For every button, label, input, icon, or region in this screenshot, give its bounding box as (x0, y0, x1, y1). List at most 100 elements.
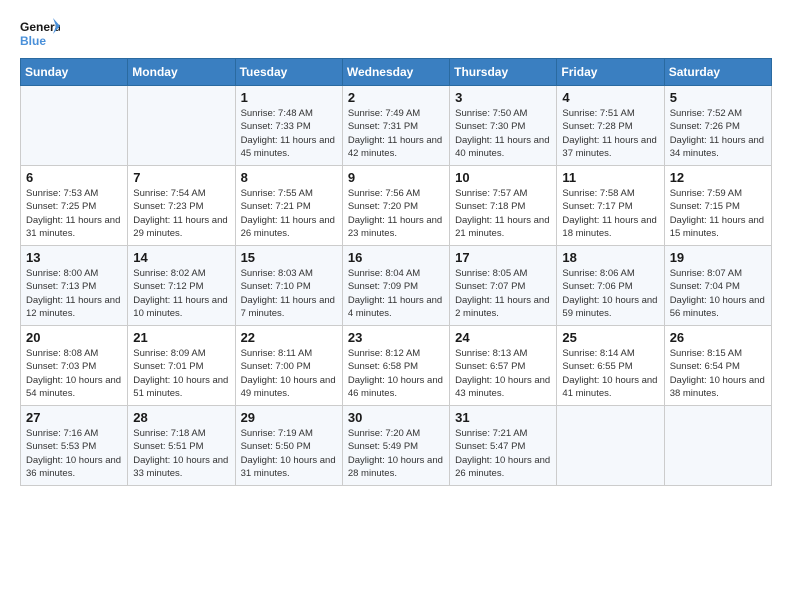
sunset-text: Sunset: 5:51 PM (133, 440, 229, 453)
sunset-text: Sunset: 7:12 PM (133, 280, 229, 293)
day-number: 20 (26, 330, 122, 345)
sunrise-text: Sunrise: 8:02 AM (133, 267, 229, 280)
logo-svg: General Blue (20, 16, 60, 52)
day-number: 13 (26, 250, 122, 265)
sunset-text: Sunset: 7:01 PM (133, 360, 229, 373)
sunset-text: Sunset: 7:31 PM (348, 120, 444, 133)
day-info: Sunrise: 7:57 AM Sunset: 7:18 PM Dayligh… (455, 187, 551, 240)
daylight-text: Daylight: 11 hours and 37 minutes. (562, 134, 658, 161)
day-info: Sunrise: 7:48 AM Sunset: 7:33 PM Dayligh… (241, 107, 337, 160)
daylight-text: Daylight: 11 hours and 23 minutes. (348, 214, 444, 241)
day-number: 21 (133, 330, 229, 345)
sunrise-text: Sunrise: 8:07 AM (670, 267, 766, 280)
sunset-text: Sunset: 7:03 PM (26, 360, 122, 373)
sunrise-text: Sunrise: 7:21 AM (455, 427, 551, 440)
calendar-day: 27 Sunrise: 7:16 AM Sunset: 5:53 PM Dayl… (21, 406, 128, 486)
weekday-header-monday: Monday (128, 59, 235, 86)
sunrise-text: Sunrise: 7:56 AM (348, 187, 444, 200)
sunrise-text: Sunrise: 8:05 AM (455, 267, 551, 280)
sunset-text: Sunset: 7:33 PM (241, 120, 337, 133)
weekday-header-row: SundayMondayTuesdayWednesdayThursdayFrid… (21, 59, 772, 86)
calendar-day: 20 Sunrise: 8:08 AM Sunset: 7:03 PM Dayl… (21, 326, 128, 406)
day-number: 9 (348, 170, 444, 185)
calendar-day (664, 406, 771, 486)
day-number: 24 (455, 330, 551, 345)
day-info: Sunrise: 8:13 AM Sunset: 6:57 PM Dayligh… (455, 347, 551, 400)
calendar-day: 21 Sunrise: 8:09 AM Sunset: 7:01 PM Dayl… (128, 326, 235, 406)
calendar-day: 24 Sunrise: 8:13 AM Sunset: 6:57 PM Dayl… (450, 326, 557, 406)
sunset-text: Sunset: 7:20 PM (348, 200, 444, 213)
day-info: Sunrise: 7:51 AM Sunset: 7:28 PM Dayligh… (562, 107, 658, 160)
day-info: Sunrise: 7:59 AM Sunset: 7:15 PM Dayligh… (670, 187, 766, 240)
calendar-week-5: 27 Sunrise: 7:16 AM Sunset: 5:53 PM Dayl… (21, 406, 772, 486)
calendar-day: 12 Sunrise: 7:59 AM Sunset: 7:15 PM Dayl… (664, 166, 771, 246)
calendar-day (128, 86, 235, 166)
sunrise-text: Sunrise: 8:15 AM (670, 347, 766, 360)
day-info: Sunrise: 8:09 AM Sunset: 7:01 PM Dayligh… (133, 347, 229, 400)
sunset-text: Sunset: 5:50 PM (241, 440, 337, 453)
daylight-text: Daylight: 11 hours and 2 minutes. (455, 294, 551, 321)
daylight-text: Daylight: 11 hours and 31 minutes. (26, 214, 122, 241)
sunset-text: Sunset: 7:13 PM (26, 280, 122, 293)
daylight-text: Daylight: 10 hours and 36 minutes. (26, 454, 122, 481)
sunrise-text: Sunrise: 8:12 AM (348, 347, 444, 360)
day-info: Sunrise: 8:06 AM Sunset: 7:06 PM Dayligh… (562, 267, 658, 320)
day-info: Sunrise: 7:54 AM Sunset: 7:23 PM Dayligh… (133, 187, 229, 240)
day-number: 30 (348, 410, 444, 425)
sunset-text: Sunset: 7:04 PM (670, 280, 766, 293)
sunrise-text: Sunrise: 8:06 AM (562, 267, 658, 280)
day-number: 19 (670, 250, 766, 265)
weekday-header-sunday: Sunday (21, 59, 128, 86)
day-number: 31 (455, 410, 551, 425)
calendar-day: 23 Sunrise: 8:12 AM Sunset: 6:58 PM Dayl… (342, 326, 449, 406)
calendar-day: 25 Sunrise: 8:14 AM Sunset: 6:55 PM Dayl… (557, 326, 664, 406)
daylight-text: Daylight: 10 hours and 31 minutes. (241, 454, 337, 481)
sunset-text: Sunset: 7:26 PM (670, 120, 766, 133)
day-number: 11 (562, 170, 658, 185)
day-info: Sunrise: 8:05 AM Sunset: 7:07 PM Dayligh… (455, 267, 551, 320)
calendar-day: 7 Sunrise: 7:54 AM Sunset: 7:23 PM Dayli… (128, 166, 235, 246)
sunrise-text: Sunrise: 7:49 AM (348, 107, 444, 120)
day-info: Sunrise: 7:18 AM Sunset: 5:51 PM Dayligh… (133, 427, 229, 480)
day-info: Sunrise: 8:11 AM Sunset: 7:00 PM Dayligh… (241, 347, 337, 400)
daylight-text: Daylight: 11 hours and 10 minutes. (133, 294, 229, 321)
day-info: Sunrise: 8:07 AM Sunset: 7:04 PM Dayligh… (670, 267, 766, 320)
calendar-day: 15 Sunrise: 8:03 AM Sunset: 7:10 PM Dayl… (235, 246, 342, 326)
day-number: 12 (670, 170, 766, 185)
day-number: 26 (670, 330, 766, 345)
calendar-day: 11 Sunrise: 7:58 AM Sunset: 7:17 PM Dayl… (557, 166, 664, 246)
daylight-text: Daylight: 10 hours and 49 minutes. (241, 374, 337, 401)
sunrise-text: Sunrise: 8:14 AM (562, 347, 658, 360)
calendar-week-2: 6 Sunrise: 7:53 AM Sunset: 7:25 PM Dayli… (21, 166, 772, 246)
sunset-text: Sunset: 6:55 PM (562, 360, 658, 373)
sunrise-text: Sunrise: 7:58 AM (562, 187, 658, 200)
sunset-text: Sunset: 7:09 PM (348, 280, 444, 293)
calendar-day: 2 Sunrise: 7:49 AM Sunset: 7:31 PM Dayli… (342, 86, 449, 166)
day-info: Sunrise: 7:21 AM Sunset: 5:47 PM Dayligh… (455, 427, 551, 480)
sunrise-text: Sunrise: 7:57 AM (455, 187, 551, 200)
sunrise-text: Sunrise: 7:19 AM (241, 427, 337, 440)
calendar-table: SundayMondayTuesdayWednesdayThursdayFrid… (20, 58, 772, 486)
sunrise-text: Sunrise: 7:18 AM (133, 427, 229, 440)
daylight-text: Daylight: 10 hours and 51 minutes. (133, 374, 229, 401)
weekday-header-friday: Friday (557, 59, 664, 86)
day-number: 18 (562, 250, 658, 265)
daylight-text: Daylight: 11 hours and 18 minutes. (562, 214, 658, 241)
daylight-text: Daylight: 10 hours and 33 minutes. (133, 454, 229, 481)
daylight-text: Daylight: 10 hours and 38 minutes. (670, 374, 766, 401)
day-info: Sunrise: 8:04 AM Sunset: 7:09 PM Dayligh… (348, 267, 444, 320)
daylight-text: Daylight: 10 hours and 43 minutes. (455, 374, 551, 401)
day-info: Sunrise: 7:49 AM Sunset: 7:31 PM Dayligh… (348, 107, 444, 160)
sunset-text: Sunset: 7:15 PM (670, 200, 766, 213)
day-number: 2 (348, 90, 444, 105)
day-number: 8 (241, 170, 337, 185)
sunrise-text: Sunrise: 8:09 AM (133, 347, 229, 360)
svg-text:Blue: Blue (20, 34, 46, 48)
sunset-text: Sunset: 7:28 PM (562, 120, 658, 133)
calendar-day: 14 Sunrise: 8:02 AM Sunset: 7:12 PM Dayl… (128, 246, 235, 326)
sunrise-text: Sunrise: 7:59 AM (670, 187, 766, 200)
day-info: Sunrise: 7:52 AM Sunset: 7:26 PM Dayligh… (670, 107, 766, 160)
day-info: Sunrise: 7:55 AM Sunset: 7:21 PM Dayligh… (241, 187, 337, 240)
day-info: Sunrise: 7:56 AM Sunset: 7:20 PM Dayligh… (348, 187, 444, 240)
day-number: 29 (241, 410, 337, 425)
